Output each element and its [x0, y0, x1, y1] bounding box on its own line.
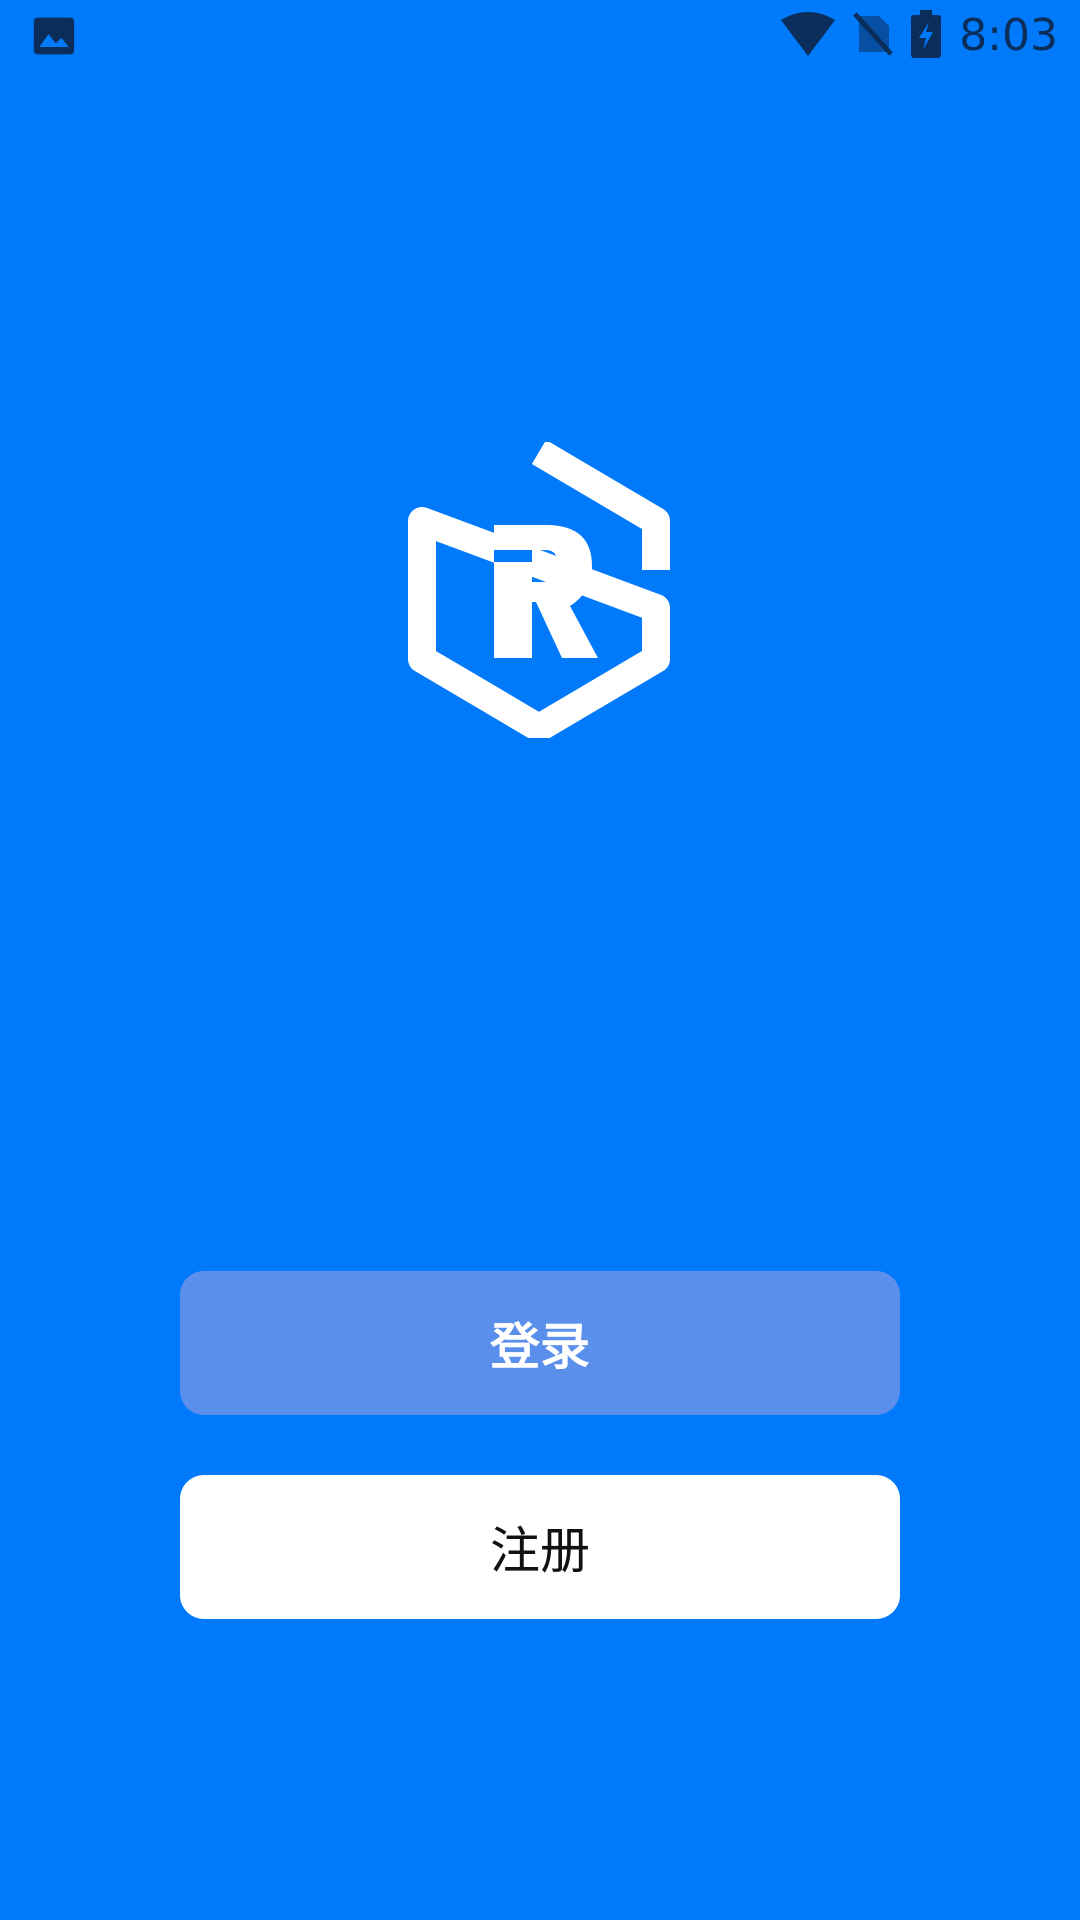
image-icon [32, 14, 76, 58]
login-button[interactable]: 登录 [180, 1271, 900, 1415]
status-icons: 8:03 [781, 8, 1058, 64]
register-button[interactable]: 注册 [180, 1475, 900, 1619]
battery-charging-icon [911, 10, 942, 62]
status-time: 8:03 [959, 10, 1058, 61]
rc-hexagon-logo-icon [408, 439, 678, 742]
wifi-icon [781, 12, 836, 60]
no-sim-icon [853, 12, 893, 60]
status-bar: 8:03 [0, 0, 1080, 72]
